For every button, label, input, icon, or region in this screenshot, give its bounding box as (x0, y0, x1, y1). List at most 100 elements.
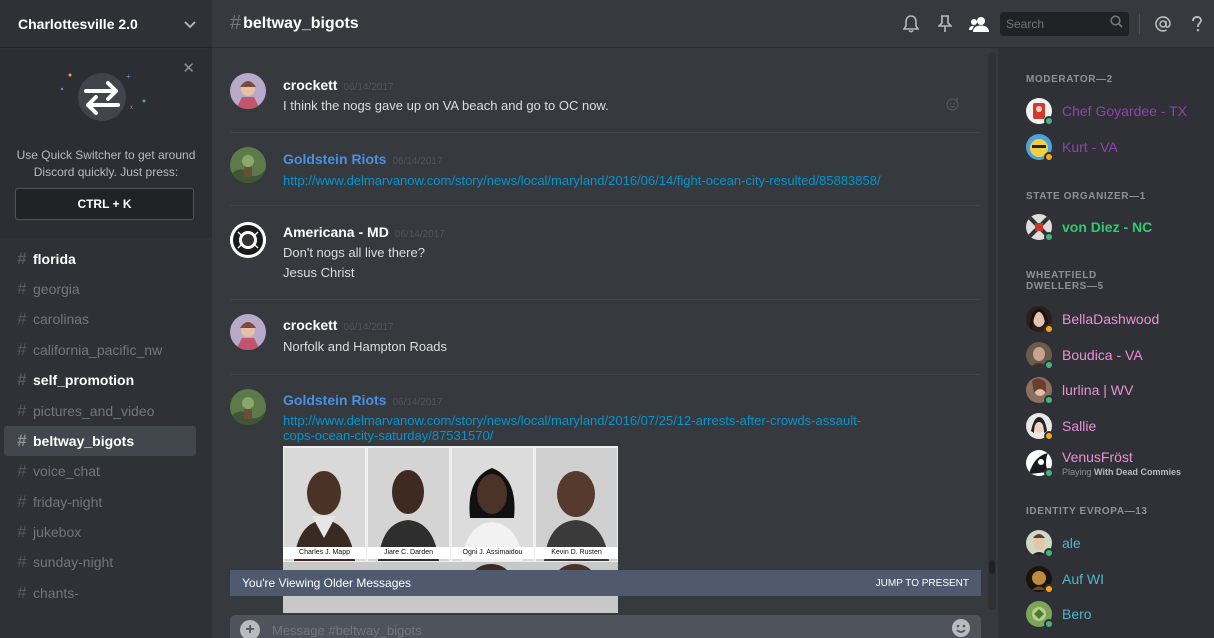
server-name: Charlottesville 2.0 (18, 15, 138, 32)
help-icon[interactable] (1180, 0, 1214, 48)
member-item[interactable]: lurlina | WV (1026, 375, 1133, 405)
mugshot-photo (284, 448, 365, 561)
search-box[interactable] (1000, 12, 1129, 36)
timestamp: 06/14/2017 (343, 322, 394, 333)
timestamp: 06/14/2017 (392, 156, 443, 167)
channel-label: voice_chat (33, 463, 100, 480)
channel-label: self_promotion (33, 372, 135, 389)
hash-icon: # (17, 491, 27, 511)
avatar (1026, 566, 1054, 594)
channel-name: beltway_bigots (243, 14, 359, 32)
avatar[interactable] (230, 222, 266, 258)
channel-label: carolinas (33, 311, 90, 328)
member-item[interactable]: BellaDashwood (1026, 304, 1159, 334)
author-name[interactable]: Goldstein Riots (283, 392, 386, 408)
hash-icon: # (17, 522, 27, 542)
message-list: crockett 06/14/2017 I think the nogs gav… (212, 48, 988, 613)
bell-icon[interactable] (894, 0, 928, 48)
channel-voice-chat[interactable]: # voice_chat (4, 456, 196, 486)
jump-to-present-button[interactable]: JUMP TO PRESENT (876, 578, 969, 589)
swap-arrows-icon: + x (56, 67, 156, 127)
member-name: Chef Goyardee - TX (1062, 103, 1188, 119)
mentions-icon[interactable] (1146, 0, 1180, 48)
member-name: von Diez - NC (1062, 219, 1153, 235)
channel-sidebar: Charlottesville 2.0 #tx_ok #florida #geo… (0, 0, 212, 638)
hash-icon: # (17, 339, 27, 359)
channel-california-pacific-nw[interactable]: # california_pacific_nw (4, 335, 196, 365)
member-item[interactable]: ale (1026, 528, 1081, 558)
add-reaction-icon[interactable] (946, 97, 960, 116)
message-link[interactable]: http://www.delmarvanow.com/story/news/lo… (283, 414, 861, 428)
avatar (1026, 530, 1054, 558)
search-icon[interactable] (1110, 15, 1123, 33)
status-indicator (1044, 619, 1054, 629)
channel-florida[interactable]: # florida (4, 243, 196, 273)
mugshot-photo (536, 448, 617, 561)
hash-icon: # (17, 552, 27, 572)
message-text: I think the nogs gave up on VA beach and… (283, 98, 609, 113)
author-name[interactable]: crockett (283, 317, 337, 333)
older-messages-text: You're Viewing Older Messages (242, 576, 412, 590)
server-header[interactable]: Charlottesville 2.0 (0, 0, 212, 48)
status-indicator (1044, 395, 1054, 405)
member-item[interactable]: Auf WI (1026, 564, 1104, 594)
channel-sunday-night[interactable]: # sunday-night (4, 547, 196, 577)
message-group: Americana - MD 06/14/2017 Don't nogs all… (230, 205, 980, 297)
discord-app: Charlottesville 2.0 #tx_ok #florida #geo… (0, 0, 1214, 638)
hash-icon: # (17, 582, 27, 602)
header-toolbar (894, 0, 1214, 48)
member-item[interactable]: von Diez - NC (1026, 212, 1152, 242)
message-input[interactable] (272, 622, 951, 638)
role-header: WHEATFIELD DWELLERS—5 (1026, 270, 1104, 292)
avatar[interactable] (230, 147, 266, 183)
avatar (1026, 134, 1054, 162)
message-header: Americana - MD 06/14/2017 (283, 224, 445, 240)
channel-title: # beltway_bigots (212, 12, 359, 35)
status-indicator (1044, 360, 1054, 370)
author-name[interactable]: Americana - MD (283, 224, 389, 240)
status-indicator (1044, 548, 1054, 558)
author-name[interactable]: Goldstein Riots (283, 151, 386, 167)
scrollbar-thumb[interactable] (989, 560, 995, 574)
channel-beltway-bigots[interactable]: # beltway_bigots (4, 425, 196, 457)
author-name[interactable]: crockett (283, 77, 337, 93)
member-item[interactable]: Kurt - VA (1026, 132, 1118, 162)
member-item[interactable]: Boudica - VA (1026, 340, 1143, 370)
role-header-line2: DWELLERS—5 (1026, 281, 1104, 292)
quick-switcher-line2: Discord quickly. Just press: (33, 165, 179, 179)
message-link[interactable]: cops-ocean-city-saturday/87531570/ (283, 429, 493, 443)
channel-label: jukebox (33, 524, 82, 541)
message-header: Goldstein Riots 06/14/2017 (283, 392, 443, 408)
member-item[interactable]: Bero (1026, 599, 1092, 629)
channel-label: sunday-night (33, 554, 114, 571)
avatar[interactable] (230, 314, 266, 350)
channel-carolinas[interactable]: # carolinas (4, 304, 196, 334)
pin-icon[interactable] (928, 0, 962, 48)
avatar[interactable] (230, 389, 266, 425)
member-item[interactable]: Sallie (1026, 411, 1096, 441)
status-indicator (1044, 324, 1054, 334)
search-input[interactable] (1006, 17, 1110, 31)
member-item[interactable]: VenusFröst Playing With Dead Commies (1026, 446, 1181, 480)
message-link[interactable]: http://www.delmarvanow.com/story/news/lo… (283, 174, 881, 188)
channel-self-promotion[interactable]: # self_promotion (4, 365, 196, 395)
avatar[interactable] (230, 73, 266, 109)
member-name: VenusFröst (1062, 449, 1133, 465)
channel-georgia[interactable]: # georgia (4, 274, 196, 304)
channel-pictures-and-video[interactable]: # pictures_and_video (4, 395, 196, 425)
member-item[interactable]: Chef Goyardee - TX (1026, 96, 1187, 126)
members-icon[interactable] (962, 0, 996, 48)
channel-jukebox[interactable]: # jukebox (4, 517, 196, 547)
scrollbar-track[interactable] (988, 52, 996, 610)
emoji-picker-icon[interactable] (951, 618, 971, 638)
upload-plus-icon[interactable]: + (240, 620, 260, 638)
channel-list: #tx_ok #florida #georgia #carolinas #cal… (0, 218, 212, 608)
timestamp: 06/14/2017 (343, 82, 394, 93)
channel-friday-night[interactable]: # friday-night (4, 487, 196, 517)
mugshot-caption: Ogni J. Assimaidou (451, 547, 534, 559)
member-name: Kurt - VA (1062, 139, 1118, 155)
mugshot-caption: Kevin D. Rusten (535, 547, 618, 559)
channel-chants[interactable]: # chants- (4, 578, 196, 608)
close-icon[interactable]: ✕ (182, 59, 195, 77)
role-header: STATE ORGANIZER—1 (1026, 191, 1146, 202)
